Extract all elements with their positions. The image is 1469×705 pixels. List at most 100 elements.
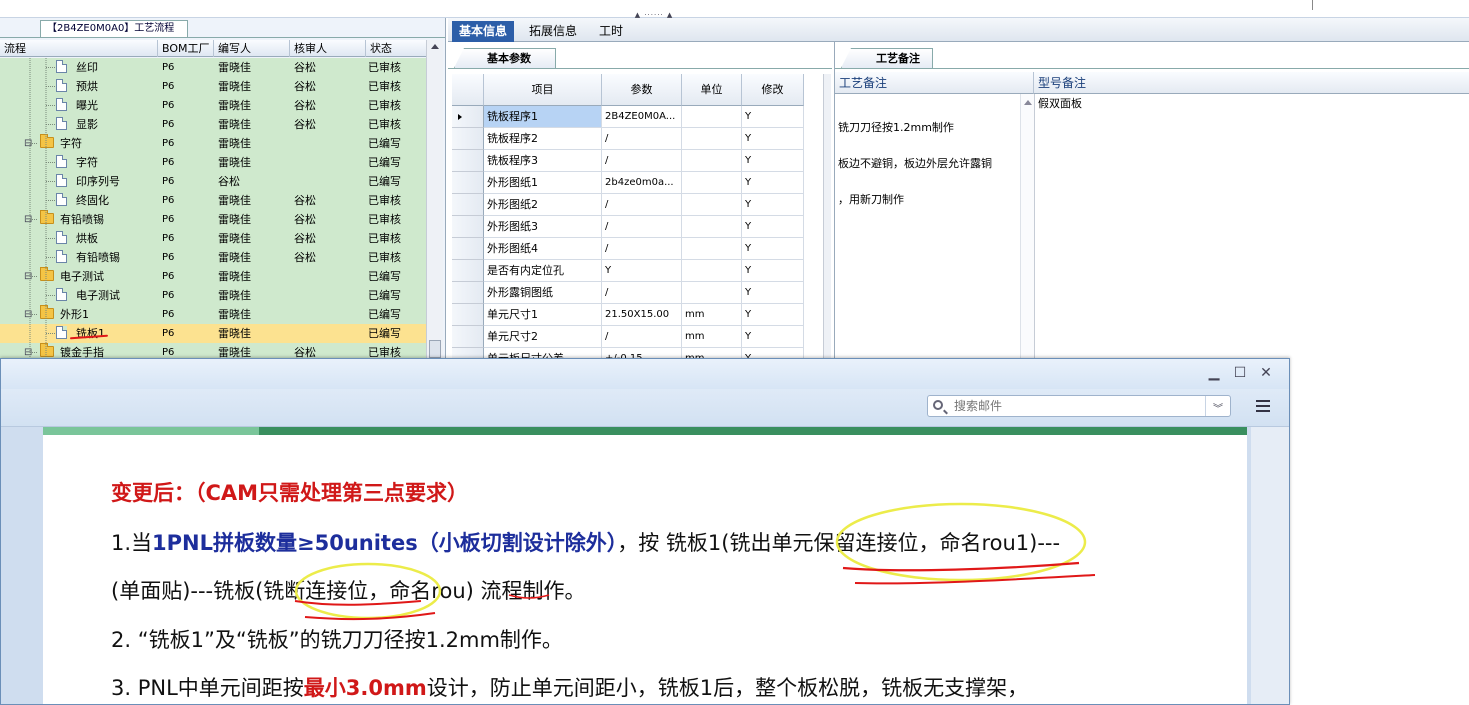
param-unit[interactable] — [682, 260, 742, 282]
tree-row[interactable]: 电子测试 P6 雷晓佳 已编写 — [0, 286, 426, 305]
param-unit[interactable] — [682, 150, 742, 172]
param-edit[interactable]: Y — [742, 238, 804, 260]
param-item[interactable]: 是否有内定位孔 — [484, 260, 602, 282]
grid-scrollbar[interactable] — [823, 74, 831, 360]
param-item[interactable]: 单元尺寸1 — [484, 304, 602, 326]
param-value[interactable]: 2b4ze0m0a... — [602, 172, 682, 194]
param-value[interactable]: / — [602, 238, 682, 260]
scroll-thumb[interactable] — [429, 340, 441, 358]
close-icon[interactable]: ✕ — [1258, 365, 1274, 381]
tree-row[interactable]: 终固化 P6 雷晓佳 谷松 已审核 — [0, 191, 426, 210]
param-value[interactable]: / — [602, 150, 682, 172]
tab-basic-params[interactable]: 基本参数 — [454, 48, 556, 68]
param-unit[interactable] — [682, 194, 742, 216]
param-item[interactable]: 外形图纸4 — [484, 238, 602, 260]
process-notes-text[interactable]: 铣刀刀径按1.2mm制作 板边不避铜，板边外层允许露铜 ，用新刀制作 — [838, 98, 992, 230]
maximize-icon[interactable]: ☐ — [1232, 365, 1248, 381]
param-row[interactable]: 是否有内定位孔 Y Y — [452, 260, 828, 282]
row-header[interactable] — [452, 172, 484, 194]
param-row[interactable]: 外形图纸4/ Y — [452, 238, 828, 260]
collapse-icon[interactable]: ⊟ — [24, 305, 32, 324]
param-row[interactable]: 外形图纸2/ Y — [452, 194, 828, 216]
param-value[interactable]: / — [602, 282, 682, 304]
menu-icon[interactable] — [1256, 400, 1270, 412]
tab-work-hours[interactable]: 工时 — [592, 21, 630, 42]
param-value[interactable]: / — [602, 326, 682, 348]
tree-row[interactable]: 丝印 P6 雷晓佳 谷松 已审核 — [0, 58, 426, 77]
row-header[interactable] — [452, 150, 484, 172]
col-header-process[interactable]: 流程 — [0, 40, 158, 57]
row-header[interactable] — [452, 304, 484, 326]
row-header[interactable] — [452, 326, 484, 348]
param-value[interactable]: 21.50X15.00 — [602, 304, 682, 326]
param-edit[interactable]: Y — [742, 216, 804, 238]
param-unit[interactable] — [682, 106, 742, 128]
param-unit[interactable] — [682, 282, 742, 304]
param-row[interactable]: 单元尺寸1 21.50X15.00 mm Y — [452, 304, 828, 326]
param-row[interactable]: 铣板程序2/ Y — [452, 128, 828, 150]
col-header-unit[interactable]: 单位 — [682, 74, 742, 106]
model-notes-text[interactable]: 假双面板 — [1038, 98, 1082, 110]
tab-extended-info[interactable]: 拓展信息 — [522, 21, 584, 42]
col-header-edit[interactable]: 修改 — [742, 74, 804, 106]
param-unit[interactable]: mm — [682, 326, 742, 348]
param-value[interactable]: Y — [602, 260, 682, 282]
param-edit[interactable]: Y — [742, 194, 804, 216]
param-item[interactable]: 铣板程序2 — [484, 128, 602, 150]
tree-row[interactable]: 字符 P6 雷晓佳 已编写 — [0, 153, 426, 172]
collapse-icon[interactable]: ⊟ — [24, 134, 32, 153]
col-header-reviewer[interactable]: 核审人 — [290, 40, 366, 57]
tree-row[interactable]: 铣板1 P6 雷晓佳 已编写 — [0, 324, 426, 343]
param-item[interactable]: 外形图纸1 — [484, 172, 602, 194]
param-row[interactable]: 外形露铜图纸 / Y — [452, 282, 828, 304]
tab-process-notes[interactable]: 工艺备注 — [841, 48, 933, 68]
param-row[interactable]: 单元尺寸2/mm Y — [452, 326, 828, 348]
tree-row[interactable]: 曝光 P6 雷晓佳 谷松 已审核 — [0, 96, 426, 115]
param-item[interactable]: 铣板程序1 — [484, 106, 602, 128]
param-item[interactable]: 外形图纸3 — [484, 216, 602, 238]
col-header-status[interactable]: 状态 — [366, 40, 430, 57]
collapse-icon[interactable]: ⊟ — [24, 267, 32, 286]
param-unit[interactable] — [682, 216, 742, 238]
param-edit[interactable]: Y — [742, 150, 804, 172]
row-header[interactable] — [452, 282, 484, 304]
scroll-up-icon[interactable] — [431, 44, 439, 49]
param-unit[interactable] — [682, 238, 742, 260]
tree-scrollbar[interactable] — [426, 40, 443, 360]
row-header[interactable] — [452, 216, 484, 238]
row-header[interactable] — [452, 238, 484, 260]
param-row[interactable]: 外形图纸3/ Y — [452, 216, 828, 238]
param-edit[interactable]: Y — [742, 106, 804, 128]
row-header[interactable] — [452, 194, 484, 216]
param-item[interactable]: 单元尺寸2 — [484, 326, 602, 348]
tree-row[interactable]: 烘板 P6 雷晓佳 谷松 已审核 — [0, 229, 426, 248]
col-header-bom[interactable]: BOM工厂 — [158, 40, 214, 57]
param-item[interactable]: 铣板程序3 — [484, 150, 602, 172]
param-item[interactable]: 外形图纸2 — [484, 194, 602, 216]
tree-row[interactable]: 有铅喷锡 P6 雷晓佳 谷松 已审核 — [0, 248, 426, 267]
param-unit[interactable]: mm — [682, 304, 742, 326]
param-value[interactable]: / — [602, 128, 682, 150]
col-header-writer[interactable]: 编写人 — [214, 40, 290, 57]
param-row[interactable]: 铣板程序1 2B4ZE0M0A... Y — [452, 106, 828, 128]
param-edit[interactable]: Y — [742, 304, 804, 326]
tree-row[interactable]: 字符 P6 雷晓佳 已编写 ⊟ — [0, 134, 426, 153]
param-edit[interactable]: Y — [742, 172, 804, 194]
param-unit[interactable] — [682, 172, 742, 194]
tab-basic-info[interactable]: 基本信息 — [452, 21, 515, 42]
param-value[interactable]: 2B4ZE0M0A... — [602, 106, 682, 128]
param-edit[interactable]: Y — [742, 282, 804, 304]
mail-search[interactable] — [927, 395, 1231, 417]
notes-scrollbar[interactable] — [1020, 94, 1034, 360]
param-item[interactable]: 外形露铜图纸 — [484, 282, 602, 304]
col-header-value[interactable]: 参数 — [602, 74, 682, 106]
param-value[interactable]: / — [602, 194, 682, 216]
tree-row[interactable]: 印序列号 P6 谷松 已编写 — [0, 172, 426, 191]
row-header[interactable] — [452, 106, 484, 128]
param-value[interactable]: / — [602, 216, 682, 238]
col-header-item[interactable]: 项目 — [484, 74, 602, 106]
mail-scrollbar[interactable] — [1251, 427, 1289, 704]
row-header[interactable] — [452, 260, 484, 282]
process-tab[interactable]: 【2B4ZE0M0A0】工艺流程 — [40, 20, 188, 37]
tree-row[interactable]: 有铅喷锡 P6 雷晓佳 谷松 已审核 ⊟ — [0, 210, 426, 229]
